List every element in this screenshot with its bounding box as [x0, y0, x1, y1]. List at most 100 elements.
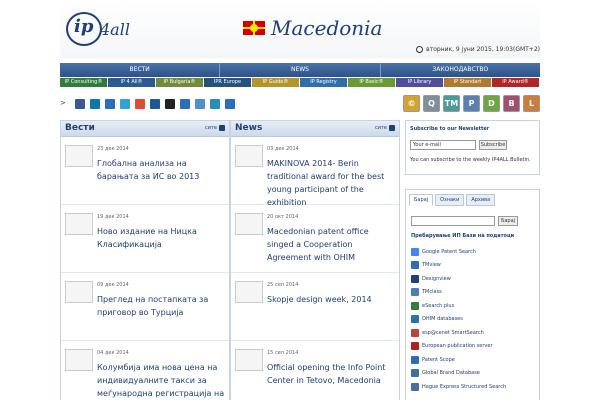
- db-link-patent-scope[interactable]: Patent Scope: [411, 353, 537, 367]
- news-title-link[interactable]: Macedonian patent office singed a Cooper…: [267, 225, 395, 264]
- news-title-link[interactable]: Ново издание на Ницка Класификација: [97, 225, 225, 251]
- law-icon[interactable]: L: [523, 95, 540, 112]
- subnav-ip-library[interactable]: IP Library: [396, 78, 444, 87]
- delicious-icon[interactable]: [165, 99, 175, 109]
- db-link-label: European publication server: [422, 343, 493, 350]
- subnav-ip-award[interactable]: IP Award®: [492, 78, 540, 87]
- db-link-ohim-databases[interactable]: OHIM databases: [411, 313, 537, 327]
- country-banner: Macedonia: [243, 16, 382, 40]
- db-link-label: Designview: [422, 275, 451, 282]
- subnav-ip-guide[interactable]: IP Guide®: [252, 78, 300, 87]
- news-thumbnail[interactable]: [235, 349, 263, 371]
- newsletter-email-input[interactable]: Your e-mail: [410, 140, 476, 150]
- trademark-icon[interactable]: TM: [443, 95, 460, 112]
- subnav-ip-4-all[interactable]: IP 4 All®: [108, 78, 156, 87]
- design-icon[interactable]: D: [483, 95, 500, 112]
- book-icon[interactable]: B: [503, 95, 520, 112]
- news-item: 23 дек 2014 Глобална анализа на барањата …: [61, 137, 229, 205]
- patent-icon[interactable]: P: [463, 95, 480, 112]
- print-icon[interactable]: [210, 99, 220, 109]
- reddit-icon[interactable]: [195, 99, 205, 109]
- news-title-link[interactable]: Skopje design week, 2014: [267, 293, 395, 306]
- database-icon: [411, 288, 419, 297]
- db-link-hague-express-structured-search[interactable]: Hague Express Structured Search: [411, 380, 537, 394]
- db-list: Google Patent Search TMview Designview TMcl…: [411, 245, 537, 394]
- share-icons: [75, 99, 235, 109]
- database-icon: [411, 301, 419, 310]
- main-nav: ВЕСТИ NEWS ЗАКОНОДАВСТВО: [60, 63, 540, 77]
- subnav-ip-basic[interactable]: IP Basic®: [348, 78, 396, 87]
- db-link-european-publication-server[interactable]: European publication server: [411, 340, 537, 354]
- news-title-link[interactable]: Преглед на постапката за приговор во Тур…: [97, 293, 225, 319]
- db-link-tmview[interactable]: TMview: [411, 259, 537, 273]
- news-title-link[interactable]: Глобална анализа на барањата за ИС во 20…: [97, 157, 225, 183]
- email-icon[interactable]: [105, 99, 115, 109]
- db-link-global-brand-database[interactable]: Global Brand Database: [411, 367, 537, 381]
- tab-arhiva[interactable]: Архива: [466, 194, 496, 206]
- news-title-link[interactable]: Колумбија има нова цена на индивидуалнит…: [97, 361, 225, 400]
- news-mk-all-link[interactable]: сите: [205, 125, 225, 131]
- db-search-button[interactable]: Барај: [498, 216, 518, 226]
- news-thumbnail[interactable]: [65, 349, 93, 371]
- newsletter-title: Subscribe to our Newsletter: [410, 126, 490, 132]
- logo-4all-text: 4all: [100, 20, 130, 39]
- database-icon: [411, 247, 419, 256]
- google-plus-icon[interactable]: [135, 99, 145, 109]
- sub-nav: IP Consulting® IP 4 All® IP Bulgaria® IPR E…: [60, 78, 540, 87]
- db-search-input[interactable]: [411, 216, 495, 226]
- twitter-icon[interactable]: [120, 99, 130, 109]
- facebook-icon[interactable]: [75, 99, 85, 109]
- db-list-title: Пребарување ИП Бази на податоци: [411, 233, 515, 239]
- myspace-icon[interactable]: [180, 99, 190, 109]
- macedonia-flag-icon: [243, 21, 265, 35]
- news-date: 04 дек 2014: [97, 350, 129, 356]
- db-link-esp-cenet-smartsearch[interactable]: esp@cenet SmartSearch: [411, 326, 537, 340]
- news-en-header: News сите: [231, 121, 399, 137]
- news-thumbnail[interactable]: [65, 281, 93, 303]
- ip4all-logo[interactable]: ip 4all: [66, 10, 144, 46]
- share-icon[interactable]: [225, 99, 235, 109]
- datetime-text: вторник, 9 јуни 2015, 19:03(GMT+2): [426, 46, 540, 53]
- database-icon: [411, 369, 419, 378]
- nav-zakonodavstvo[interactable]: ЗАКОНОДАВСТВО: [381, 63, 540, 77]
- news-date: 23 дек 2014: [97, 146, 129, 152]
- subnav-ip-consulting[interactable]: IP Consulting®: [60, 78, 108, 87]
- db-link-label: eSearch plus: [422, 302, 455, 309]
- digg-icon[interactable]: [150, 99, 160, 109]
- site-header: ip 4all Macedonia вторник, 9 јуни 2015, …: [60, 0, 540, 58]
- news-thumbnail[interactable]: [235, 281, 263, 303]
- news-title-link[interactable]: MAKINOVA 2014- Berin traditional award f…: [267, 157, 395, 209]
- tab-baraj[interactable]: Барај: [409, 194, 434, 206]
- linkedin-icon[interactable]: [90, 99, 100, 109]
- news-en-all-link[interactable]: сите: [375, 125, 395, 131]
- nav-vesti[interactable]: ВЕСТИ: [60, 63, 221, 77]
- db-link-esearch-plus[interactable]: eSearch plus: [411, 299, 537, 313]
- news-thumbnail[interactable]: [65, 145, 93, 167]
- search-icon[interactable]: Q: [423, 95, 440, 112]
- tab-oznaki[interactable]: Ознаки: [435, 194, 465, 206]
- share-arrow-icon: >: [60, 99, 66, 107]
- rss-icon[interactable]: [389, 125, 395, 131]
- news-date: 09 дек 2014: [97, 282, 129, 288]
- news-thumbnail[interactable]: [65, 213, 93, 235]
- news-item: 03 дек 2014 MAKINOVA 2014- Berin traditio…: [231, 137, 399, 207]
- all-label: сите: [375, 125, 387, 131]
- news-date: 20 окт 2014: [267, 214, 299, 220]
- rss-icon[interactable]: [219, 125, 225, 131]
- subnav-ip-standart[interactable]: IP Standart: [444, 78, 492, 87]
- db-link-designview[interactable]: Designview: [411, 272, 537, 286]
- database-icon: [411, 274, 419, 283]
- db-link-label: Hague Express Structured Search: [422, 383, 507, 390]
- newsletter-box: Subscribe to our Newsletter Your e-mail …: [405, 120, 540, 175]
- copyright-icon[interactable]: ©: [403, 95, 420, 112]
- subnav-ipr-europe[interactable]: IPR Europe: [204, 78, 252, 87]
- db-link-google-patent-search[interactable]: Google Patent Search: [411, 245, 537, 259]
- subnav-ip-registry[interactable]: IP Registry: [300, 78, 348, 87]
- subnav-ip-bulgaria[interactable]: IP Bulgaria®: [156, 78, 204, 87]
- subscribe-button[interactable]: Subscribe: [479, 140, 507, 150]
- news-title-link[interactable]: Official opening the Info Point Center i…: [267, 361, 395, 387]
- db-link-tmclass[interactable]: TMclass: [411, 286, 537, 300]
- news-thumbnail[interactable]: [235, 145, 263, 167]
- news-thumbnail[interactable]: [235, 213, 263, 235]
- nav-news[interactable]: NEWS: [220, 63, 381, 77]
